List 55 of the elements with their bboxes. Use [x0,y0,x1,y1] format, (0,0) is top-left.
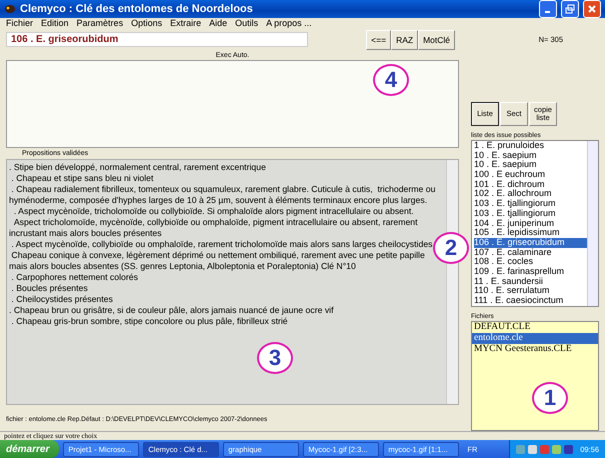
restore-icon [565,4,575,14]
list-item[interactable]: 11 . E. saundersii [474,276,587,286]
proposition-text: . Boucles présentes [10,283,89,294]
window-title: Clemyco : Clé des entolomes de Noordeloos [20,3,254,15]
menu-item[interactable]: Edition [41,18,69,28]
close-icon [588,5,596,13]
menu-item[interactable]: Paramètres [76,18,124,28]
proposition-text: . Stipe bien développé, normalement central, rarement excentrique [9,162,267,173]
proposition-text: . Chapeau radialement fibrilleux, tomenteux ou squamuleux, rarement glabre. Cuticule à cutis, trichoderme ou hyménoderme, composée d'hyphes larges de 10 à 25 µm, souvent à éléments terminaux encore plus larges. [9,184,436,206]
close-button[interactable] [583,0,601,18]
minimize-button[interactable] [539,0,557,18]
callout-marker: 3 [257,342,293,374]
proposition-text: Aspect tricholomoïde, mycènoïde, collybioïde ou omphaloïde, pigment intracellulaire ou absent, rarement incrustant mais alors boucles présentes [9,217,419,239]
proposition-text: . Aspect mycènoïde, collybioïde ou omphaloïde, rarement tricholomoïde mais alors sans larges cheilocystides [10,239,434,250]
list-item[interactable]: 106 . E. griseorubidum [474,238,587,248]
file-item[interactable]: entolome.cle [472,333,598,344]
list-item[interactable]: 101 . E. dichroum [474,180,587,190]
list-item[interactable]: 108 . E. cocles [474,257,587,267]
proposition-text: . Chapeau brun ou grisâtre, si de couleur pâle, alors jamais nuancé de jaune ocre vif [9,305,335,316]
proposition-text: . Carpophores nettement colorés [10,272,139,283]
file-item[interactable]: DEFAUT.CLE [472,322,598,333]
list-item[interactable]: 102 . E. allochroum [474,189,587,200]
restore-button[interactable] [561,0,579,18]
callout-marker: 1 [532,382,568,414]
menu-item[interactable]: Extraire [170,18,202,28]
app-icon [4,4,16,14]
toolbar-button[interactable]: RAZ [391,30,418,50]
menu-item[interactable]: Outils [235,18,258,28]
callout-marker: 4 [373,64,409,96]
list-item[interactable]: 105 . E. lepidissimum [474,228,587,238]
proposition-text: Chapeau conique à convexe, légèrement déprimé ou nettement ombiliqué, rarement avec une petite papille mais alors boucles absentes (SS. genres Leptonia, Alboleptonia et Poraleptonia) Clé N°10 [9,250,426,272]
list-item[interactable]: 10 . E. saepium [474,150,587,160]
list-item[interactable]: 111 . E. caesiocinctum [474,296,587,306]
toolbar-button[interactable]: <== [366,30,392,50]
proposition-text: . Chapeau et stipe sans bleu ni violet [10,173,154,184]
list-item[interactable]: 103 . E. tjallingiorum [474,208,587,218]
list-item[interactable]: 103 . E. tjallingiorum [474,199,587,209]
list-item[interactable]: 1 . E. prunuloides [474,141,587,151]
menu-item[interactable]: Options [131,18,162,28]
proposition-text: . Chapeau gris-brun sombre, stipe concolore ou plus pâle, fibrilleux strié [10,316,289,327]
list-item[interactable]: 107 . E. calaminare [474,248,587,258]
list-item[interactable]: 10 . E. saepium [474,160,587,170]
menu-item[interactable]: A propos ... [266,18,312,28]
callout-marker: 2 [433,232,469,264]
menu-item[interactable]: Fichier [6,18,34,28]
toolbar-button[interactable]: MotClé [418,30,455,50]
list-item[interactable]: 104 . E. juniperinum [474,218,587,228]
proposition-text: . Cheilocystides présentes [10,294,114,305]
list-item[interactable]: 100 . E euchroum [474,170,587,180]
menu-item[interactable]: Aide [209,18,228,28]
list-item[interactable]: 110 . E. serrulatum [474,286,587,296]
proposition-text: . Aspect mycènoïde, tricholomoïde ou collybioïde. Si omphaloïde alors pigment intracellulaire ou absent. [12,206,415,217]
file-item[interactable]: MYCN Geesteranus.CLE [472,344,598,355]
species-field[interactable]: 106 . E. griseorubidum [6,32,308,47]
list-item[interactable]: 109 . E. farinasprellum [474,266,587,277]
